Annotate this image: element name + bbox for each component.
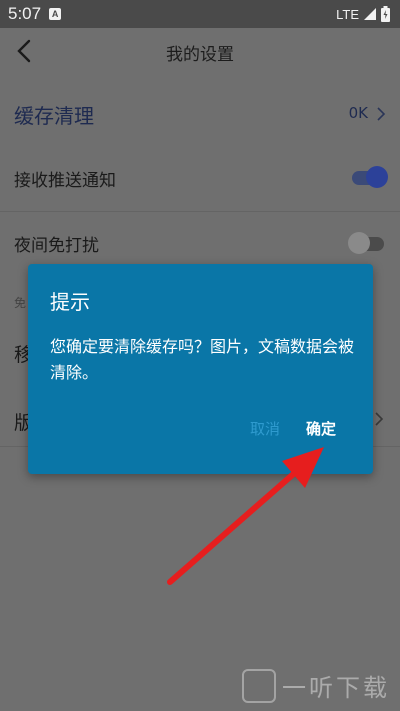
section-header: 免 <box>14 296 27 310</box>
night-quiet-toggle[interactable] <box>348 232 384 254</box>
cache-clear-row[interactable]: 缓存清理 0K <box>0 84 400 144</box>
push-notification-row: 接收推送通知 <box>0 148 400 208</box>
dialog-title: 提示 <box>50 290 90 314</box>
settings-page: 我的设置 缓存清理 0K 接收推送通知 夜间免打扰 免 移 版 提示 您确定要清… <box>0 28 400 711</box>
cancel-button[interactable]: 取消 <box>250 418 280 439</box>
cache-clear-label: 缓存清理 <box>14 104 94 128</box>
watermark: 一听下载 <box>242 668 390 703</box>
chevron-right-icon <box>375 412 384 426</box>
dialog-message: 您确定要清除缓存吗？图片，文稿数据会被清除。 <box>50 337 355 382</box>
status-time: 5:07 <box>8 4 42 23</box>
cache-size-value: 0K <box>348 104 368 122</box>
nav-bar: 我的设置 <box>0 28 400 74</box>
toggle-knob <box>366 166 388 188</box>
status-indicators: LTE <box>336 6 390 22</box>
night-quiet-label: 夜间免打扰 <box>14 236 99 256</box>
status-bar: 5:07 A LTE <box>0 0 400 28</box>
notification-icon: A <box>49 8 62 20</box>
chevron-right-icon <box>377 107 386 121</box>
signal-icon <box>364 8 376 20</box>
battery-icon <box>381 6 390 22</box>
network-type: LTE <box>336 6 359 22</box>
divider <box>0 211 400 212</box>
watermark-text: 一听下载 <box>282 674 390 702</box>
toggle-knob <box>348 232 370 254</box>
confirm-button[interactable]: 确定 <box>306 418 336 439</box>
watermark-logo-icon <box>242 668 276 703</box>
push-notification-toggle[interactable] <box>352 166 388 188</box>
page-title: 我的设置 <box>166 45 234 65</box>
push-notification-label: 接收推送通知 <box>14 171 116 191</box>
confirm-dialog: 提示 您确定要清除缓存吗？图片，文稿数据会被清除。 取消 确定 <box>28 264 373 474</box>
